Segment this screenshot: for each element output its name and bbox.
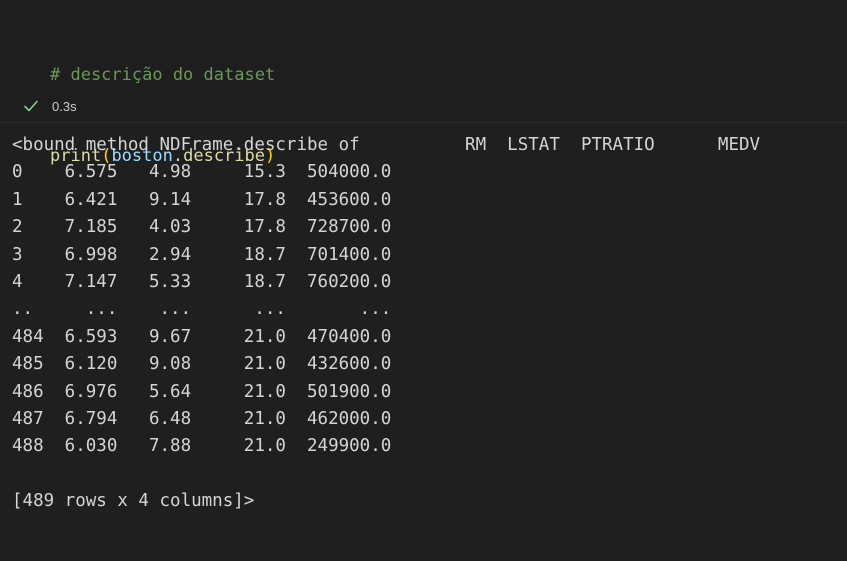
code-cell-input[interactable]: # descrição do dataset print(boston.desc…	[0, 0, 847, 166]
table-row: 486 6.976 5.64 21.0 501900.0	[12, 381, 392, 402]
execution-status: 0.3s	[22, 96, 77, 116]
checkmark-icon	[22, 97, 40, 115]
table-row: 1 6.421 9.14 17.8 453600.0	[12, 189, 392, 210]
code-comment: # descrição do dataset	[50, 65, 276, 85]
table-row-ellipsis: .. ... ... ... ...	[12, 299, 392, 320]
output-header: <bound method NDFrame.describe of RM LST…	[12, 135, 761, 155]
code-comment-line: # descrição do dataset	[50, 62, 275, 89]
execution-time: 0.3s	[52, 98, 77, 114]
table-row: 484 6.593 9.67 21.0 470400.0	[12, 326, 392, 347]
table-row: 4 7.147 5.33 18.7 760200.0	[12, 271, 392, 292]
cell-output: <bound method NDFrame.describe of RM LST…	[12, 132, 842, 515]
table-row: 2 7.185 4.03 17.8 728700.0	[12, 217, 392, 238]
table-row: 0 6.575 4.98 15.3 504000.0	[12, 162, 392, 183]
table-row: 3 6.998 2.94 18.7 701400.0	[12, 244, 392, 265]
table-row: 485 6.120 9.08 21.0 432600.0	[12, 354, 392, 375]
output-footer: [489 rows x 4 columns]>	[12, 491, 255, 512]
table-row: 487 6.794 6.48 21.0 462000.0	[12, 408, 392, 429]
table-row: 488 6.030 7.88 21.0 249900.0	[12, 436, 392, 457]
